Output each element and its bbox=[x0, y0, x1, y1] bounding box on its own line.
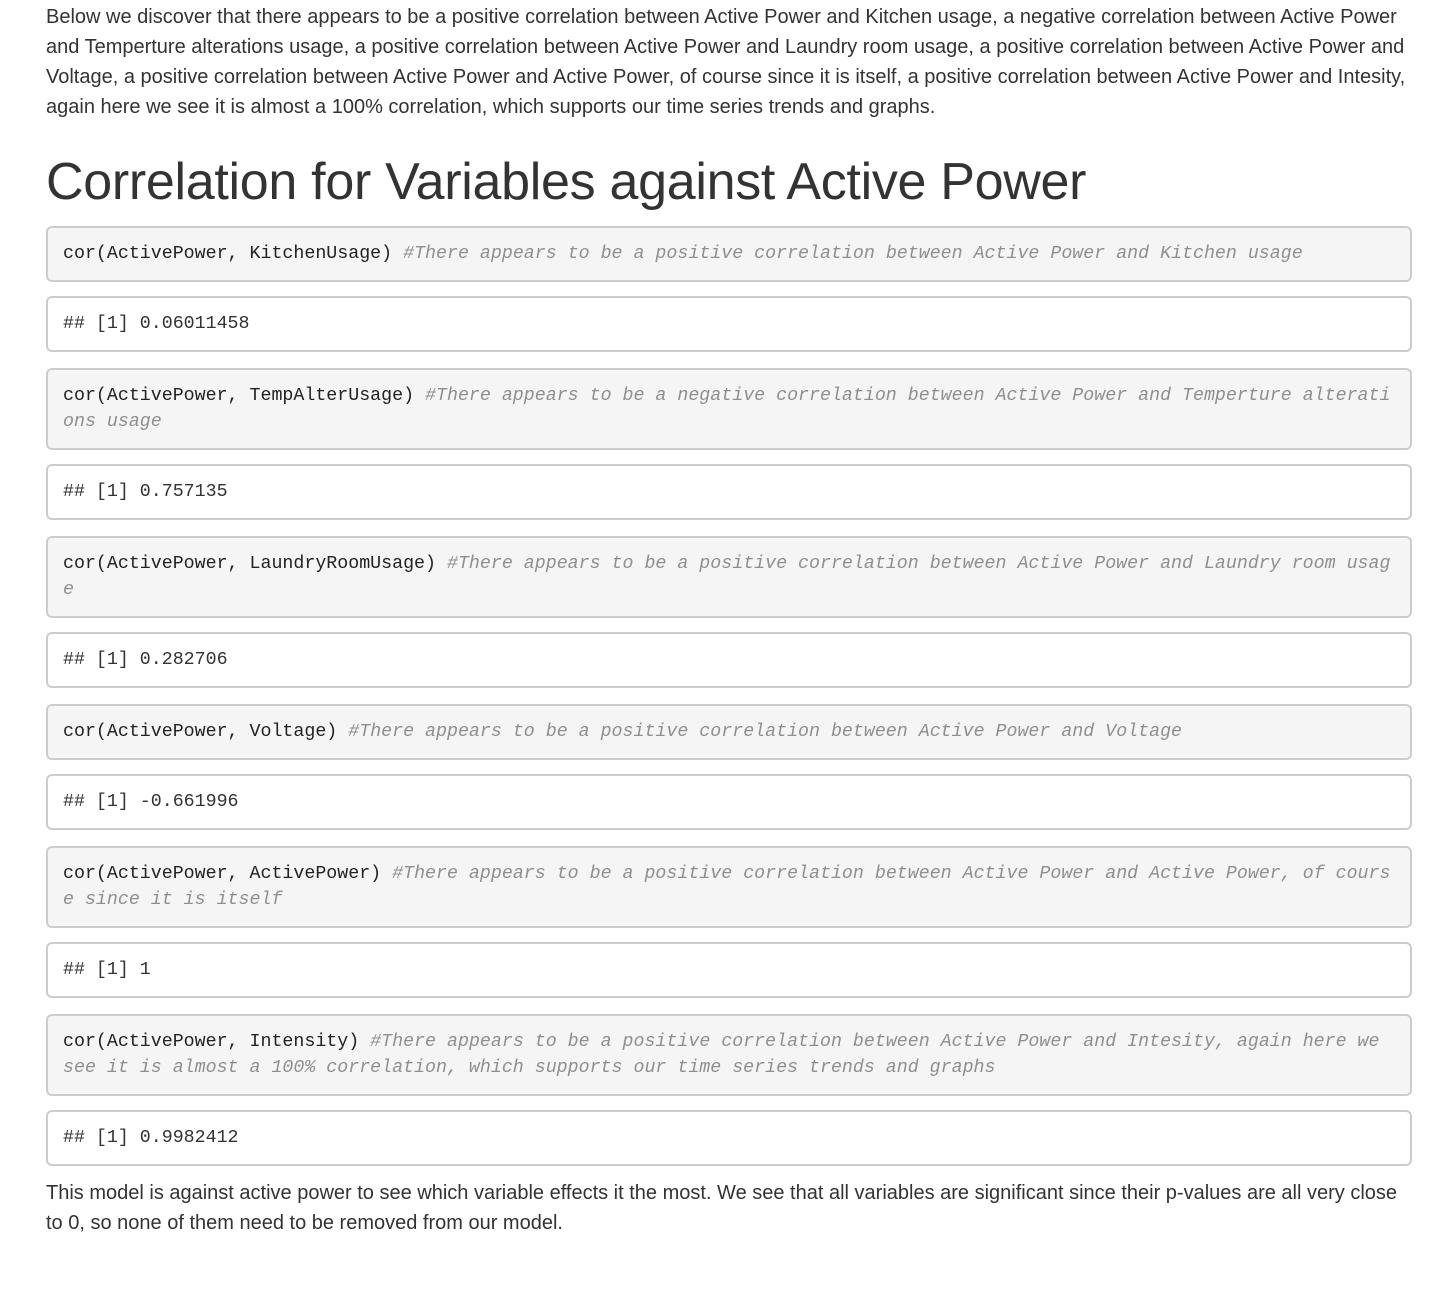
intro-paragraph: Below we discover that there appears to … bbox=[46, 6, 1406, 118]
code-comment: #There appears to be a positive correlat… bbox=[403, 244, 1303, 264]
output-value: ## [1] -0.661996 bbox=[63, 792, 239, 812]
output-block-tempalter[interactable]: ## [1] 0.757135 bbox=[46, 464, 1412, 520]
output-value: ## [1] 1 bbox=[63, 960, 151, 980]
outro-paragraph: This model is against active power to se… bbox=[46, 1182, 1398, 1234]
code-chunk-kitchen[interactable]: cor(ActivePower, KitchenUsage) #There ap… bbox=[46, 226, 1412, 282]
code-call: cor(ActivePower, LaundryRoomUsage) bbox=[63, 554, 436, 574]
output-value: ## [1] 0.9982412 bbox=[63, 1128, 239, 1148]
code-chunk-activepower[interactable]: cor(ActivePower, ActivePower) #There app… bbox=[46, 846, 1412, 928]
output-block-activepower[interactable]: ## [1] 1 bbox=[46, 942, 1412, 998]
output-value: ## [1] 0.06011458 bbox=[63, 314, 250, 334]
code-call: cor(ActivePower, Intensity) bbox=[63, 1032, 360, 1052]
code-comment: #There appears to be a positive correlat… bbox=[348, 722, 1183, 742]
code-call: cor(ActivePower, TempAlterUsage) bbox=[63, 386, 415, 406]
output-block-laundry[interactable]: ## [1] 0.282706 bbox=[46, 632, 1412, 688]
code-chunk-voltage[interactable]: cor(ActivePower, Voltage) #There appears… bbox=[46, 704, 1412, 760]
output-block-voltage[interactable]: ## [1] -0.661996 bbox=[46, 774, 1412, 830]
output-block-kitchen[interactable]: ## [1] 0.06011458 bbox=[46, 296, 1412, 352]
code-call: cor(ActivePower, KitchenUsage) bbox=[63, 244, 393, 264]
output-block-intensity[interactable]: ## [1] 0.9982412 bbox=[46, 1110, 1412, 1166]
section-heading: Correlation for Variables against Active… bbox=[46, 153, 1087, 211]
output-value: ## [1] 0.282706 bbox=[63, 650, 228, 670]
code-chunk-laundry[interactable]: cor(ActivePower, LaundryRoomUsage) #Ther… bbox=[46, 536, 1412, 618]
output-value: ## [1] 0.757135 bbox=[63, 482, 228, 502]
code-call: cor(ActivePower, Voltage) bbox=[63, 722, 338, 742]
code-chunk-intensity[interactable]: cor(ActivePower, Intensity) #There appea… bbox=[46, 1014, 1412, 1096]
document-body: Below we discover that there appears to … bbox=[46, 0, 1412, 1238]
code-chunk-tempalter[interactable]: cor(ActivePower, TempAlterUsage) #There … bbox=[46, 368, 1412, 450]
code-call: cor(ActivePower, ActivePower) bbox=[63, 864, 382, 884]
